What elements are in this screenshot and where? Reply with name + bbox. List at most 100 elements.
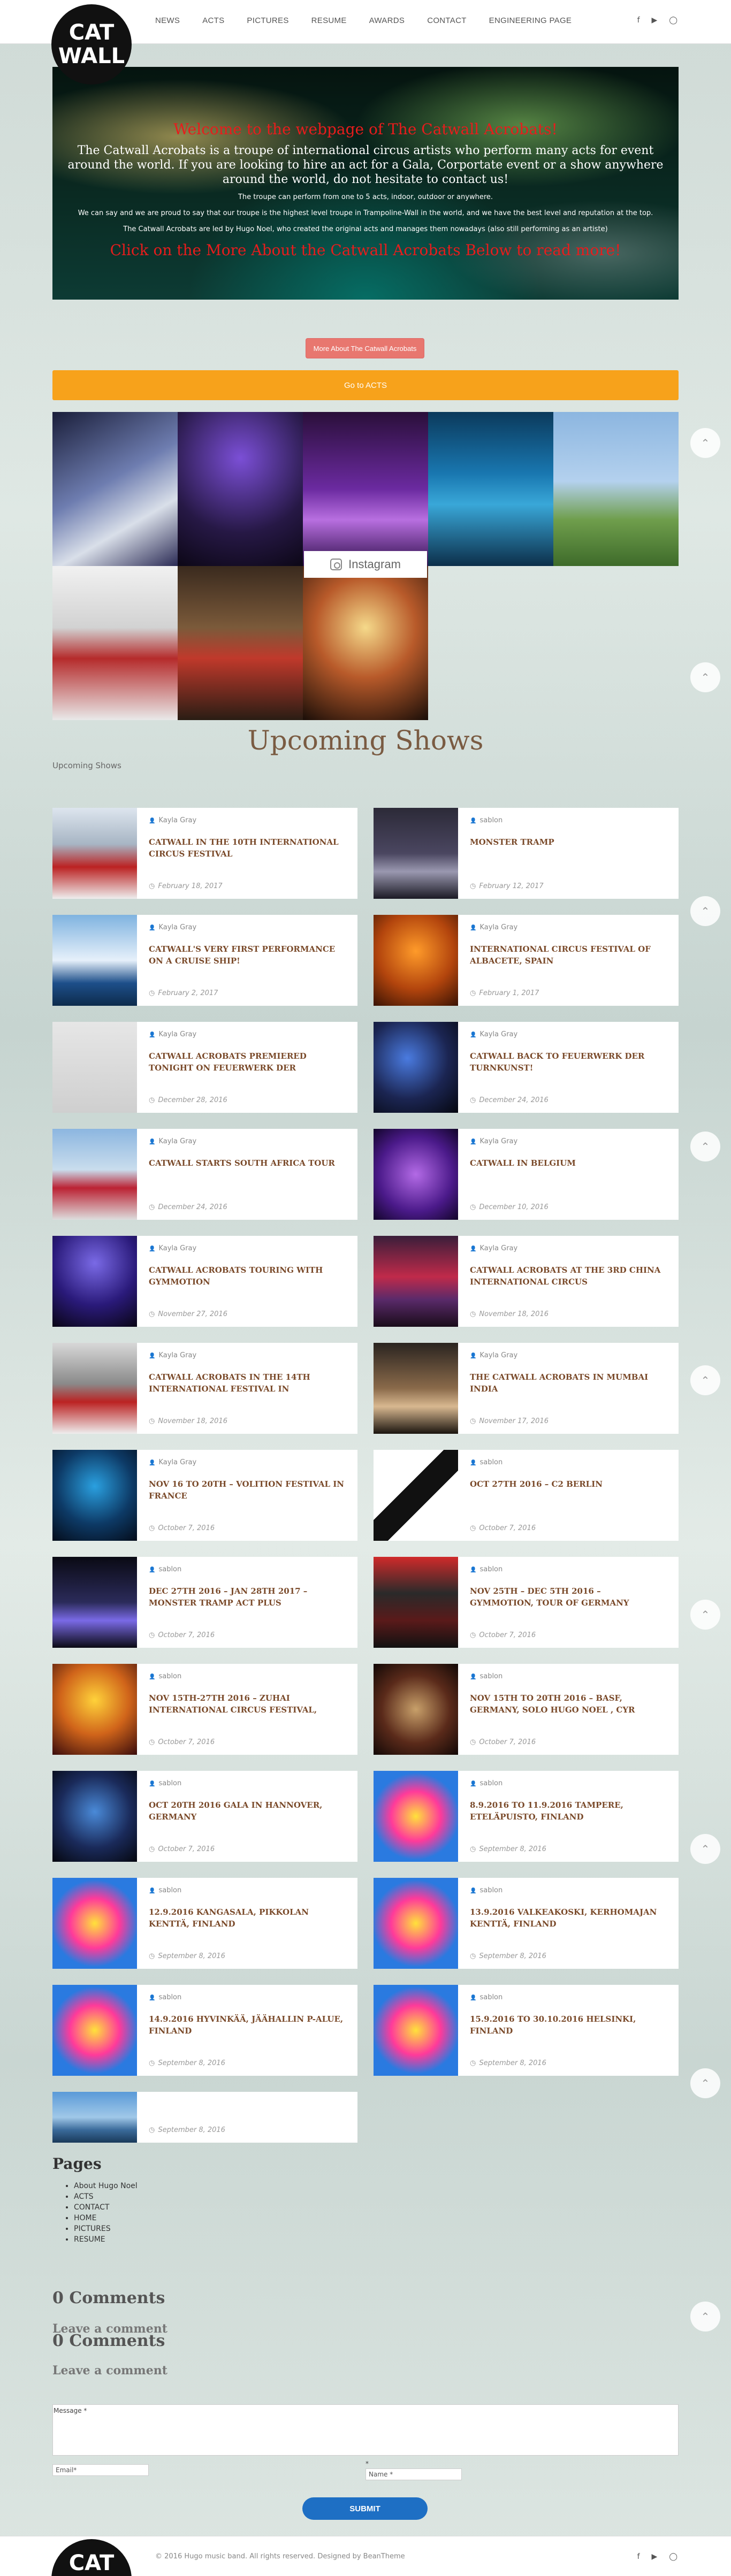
- post-card[interactable]: Kayla Gray CATWALL STARTS SOUTH AFRICA TO…: [52, 1129, 357, 1220]
- instagram-photo[interactable]: [553, 412, 679, 566]
- page-link[interactable]: RESUME: [74, 2234, 138, 2245]
- post-title[interactable]: CATWALL ACROBATS IN THE 14TH INTERNATION…: [149, 1371, 346, 1395]
- post-card[interactable]: sablon MONSTER TRAMP February 12, 2017: [374, 808, 679, 899]
- post-title[interactable]: INTERNATIONAL CIRCUS FESTIVAL OF ALBACET…: [470, 943, 667, 967]
- post-title[interactable]: OCT 20TH 2016 GALA IN HANNOVER, GERMANY: [149, 1799, 346, 1823]
- post-author[interactable]: sablon: [149, 1886, 346, 1894]
- instagram-photo[interactable]: [52, 412, 178, 566]
- post-thumbnail[interactable]: [374, 915, 458, 1006]
- post-author[interactable]: sablon: [470, 816, 667, 824]
- post-card[interactable]: Kayla Gray CATWALL IN BELGIUM December 10,…: [374, 1129, 679, 1220]
- post-thumbnail[interactable]: [52, 1878, 137, 1969]
- post-author[interactable]: sablon: [470, 1565, 667, 1573]
- post-card[interactable]: sablon OCT 27TH 2016 – C2 BERLIN October 7…: [374, 1450, 679, 1541]
- post-card[interactable]: Kayla Gray CATWALL ACROBATS PREMIERED TON…: [52, 1022, 357, 1113]
- scroll-up-icon[interactable]: ⌃: [690, 1365, 720, 1395]
- email-field[interactable]: Email*: [52, 2464, 149, 2476]
- post-title[interactable]: THE CATWALL ACROBATS IN MUMBAI INDIA: [470, 1371, 667, 1395]
- post-card[interactable]: Kayla Gray INTERNATIONAL CIRCUS FESTIVAL …: [374, 915, 679, 1006]
- nav-awards[interactable]: AWARDS: [369, 16, 405, 25]
- scroll-up-icon[interactable]: ⌃: [690, 1600, 720, 1630]
- message-field[interactable]: [52, 2404, 679, 2456]
- post-author[interactable]: Kayla Gray: [149, 816, 346, 824]
- nav-acts[interactable]: ACTS: [202, 16, 224, 25]
- post-thumbnail[interactable]: [52, 1664, 137, 1755]
- post-author[interactable]: sablon: [149, 1779, 346, 1787]
- youtube-icon[interactable]: ▶: [652, 2552, 658, 2561]
- post-author[interactable]: Kayla Gray: [149, 923, 346, 931]
- instagram-icon[interactable]: ◯: [669, 2552, 677, 2561]
- post-thumbnail[interactable]: [52, 915, 137, 1006]
- post-card[interactable]: Kayla Gray CATWALL IN THE 10TH INTERNATIO…: [52, 808, 357, 899]
- post-author[interactable]: sablon: [149, 1565, 346, 1573]
- scroll-up-icon[interactable]: ⌃: [690, 1834, 720, 1864]
- post-author[interactable]: sablon: [149, 1993, 346, 2001]
- instagram-photo[interactable]: [428, 412, 553, 566]
- post-title[interactable]: CATWALL ACROBATS AT THE 3RD CHINA INTERN…: [470, 1264, 667, 1288]
- post-title[interactable]: OCT 27TH 2016 – C2 BERLIN: [470, 1478, 667, 1490]
- post-card[interactable]: Kayla Gray THE CATWALL ACROBATS IN MUMBAI…: [374, 1343, 679, 1434]
- nav-news[interactable]: NEWS: [155, 16, 180, 25]
- post-title[interactable]: CATWALL ACROBATS TOURING WITH GYMMOTION: [149, 1264, 346, 1288]
- go-to-acts-button[interactable]: Go to ACTS: [52, 370, 679, 400]
- post-author[interactable]: Kayla Gray: [149, 1351, 346, 1359]
- post-thumbnail[interactable]: [52, 1985, 137, 2076]
- post-author[interactable]: Kayla Gray: [470, 1137, 667, 1145]
- post-thumbnail[interactable]: [374, 1343, 458, 1434]
- post-title[interactable]: CATWALL ACROBATS PREMIERED TONIGHT ON FE…: [149, 1050, 346, 1074]
- post-card[interactable]: Kayla Gray NOV 16 TO 20TH – VOLITION FEST…: [52, 1450, 357, 1541]
- instagram-photo[interactable]: [52, 566, 178, 720]
- post-card[interactable]: sablon NOV 25TH – DEC 5TH 2016 – GYMMOTIO…: [374, 1557, 679, 1648]
- nav-resume[interactable]: RESUME: [311, 16, 347, 25]
- nav-engineering[interactable]: ENGINEERING PAGE: [489, 16, 572, 25]
- post-title[interactable]: NOV 15TH-27TH 2016 – ZUHAI INTERNATIONAL…: [149, 1692, 346, 1716]
- instagram-icon[interactable]: ◯: [669, 16, 677, 25]
- post-thumbnail[interactable]: [52, 1236, 137, 1327]
- logo[interactable]: CAT WALL: [51, 4, 132, 85]
- more-about-button[interactable]: More About The Catwall Acrobats: [306, 338, 424, 358]
- post-card[interactable]: Kayla Gray CATWALL ACROBATS IN THE 14TH I…: [52, 1343, 357, 1434]
- post-title[interactable]: NOV 16 TO 20TH – VOLITION FESTIVAL IN FR…: [149, 1478, 346, 1502]
- facebook-icon[interactable]: f: [637, 16, 640, 25]
- post-title[interactable]: CATWALL IN THE 10TH INTERNATIONAL CIRCUS…: [149, 836, 346, 860]
- post-author[interactable]: Kayla Gray: [149, 1244, 346, 1252]
- scroll-up-icon[interactable]: ⌃: [690, 2302, 720, 2332]
- post-thumbnail[interactable]: [374, 1022, 458, 1113]
- post-card[interactable]: Kayla Gray CATWALL'S VERY FIRST PERFORMAN…: [52, 915, 357, 1006]
- nav-pictures[interactable]: PICTURES: [247, 16, 288, 25]
- page-link[interactable]: PICTURES: [74, 2223, 138, 2234]
- page-link[interactable]: HOME: [74, 2213, 138, 2223]
- post-author[interactable]: sablon: [470, 1779, 667, 1787]
- instagram-photo[interactable]: [178, 412, 303, 566]
- page-link[interactable]: About Hugo Noel: [74, 2181, 138, 2191]
- post-title[interactable]: 8.9.2016 TO 11.9.2016 TAMPERE, ETELÄPUIS…: [470, 1799, 667, 1823]
- instagram-photo[interactable]: [303, 566, 428, 720]
- page-link[interactable]: CONTACT: [74, 2202, 138, 2213]
- instagram-photo[interactable]: [178, 566, 303, 720]
- post-author[interactable]: sablon: [149, 1672, 346, 1680]
- post-card[interactable]: sablon 8.9.2016 TO 11.9.2016 TAMPERE, ETE…: [374, 1771, 679, 1862]
- post-thumbnail[interactable]: [374, 1557, 458, 1648]
- post-title[interactable]: CATWALL IN BELGIUM: [470, 1157, 667, 1169]
- post-thumbnail[interactable]: [52, 1557, 137, 1648]
- post-card[interactable]: sablon NOV 15TH-27TH 2016 – ZUHAI INTERNA…: [52, 1664, 357, 1755]
- post-author[interactable]: Kayla Gray: [470, 1244, 667, 1252]
- nav-contact[interactable]: CONTACT: [427, 16, 466, 25]
- scroll-up-icon[interactable]: ⌃: [690, 428, 720, 458]
- post-author[interactable]: Kayla Gray: [470, 923, 667, 931]
- post-thumbnail[interactable]: [374, 1664, 458, 1755]
- footer-logo[interactable]: CAT: [51, 2539, 132, 2576]
- post-thumbnail[interactable]: [52, 2092, 137, 2143]
- post-title[interactable]: NOV 25TH – DEC 5TH 2016 – GYMMOTION, TOU…: [470, 1585, 667, 1609]
- post-title[interactable]: 14.9.2016 HYVINKÄÄ, JÄÄHALLIN P-ALUE, FI…: [149, 2013, 346, 2037]
- post-thumbnail[interactable]: [52, 1129, 137, 1220]
- post-title[interactable]: DEC 27TH 2016 – JAN 28TH 2017 – MONSTER …: [149, 1585, 346, 1609]
- post-thumbnail[interactable]: [52, 1022, 137, 1113]
- post-card[interactable]: sablon 13.9.2016 VALKEAKOSKI, KERHOMAJAN …: [374, 1878, 679, 1969]
- post-card[interactable]: Kayla Gray CATWALL BACK TO FEUERWERK DER …: [374, 1022, 679, 1113]
- post-card[interactable]: September 8, 2016: [52, 2092, 357, 2143]
- post-author[interactable]: Kayla Gray: [149, 1137, 346, 1145]
- post-thumbnail[interactable]: [52, 808, 137, 899]
- instagram-badge[interactable]: Instagram: [304, 551, 427, 578]
- post-author[interactable]: Kayla Gray: [470, 1030, 667, 1038]
